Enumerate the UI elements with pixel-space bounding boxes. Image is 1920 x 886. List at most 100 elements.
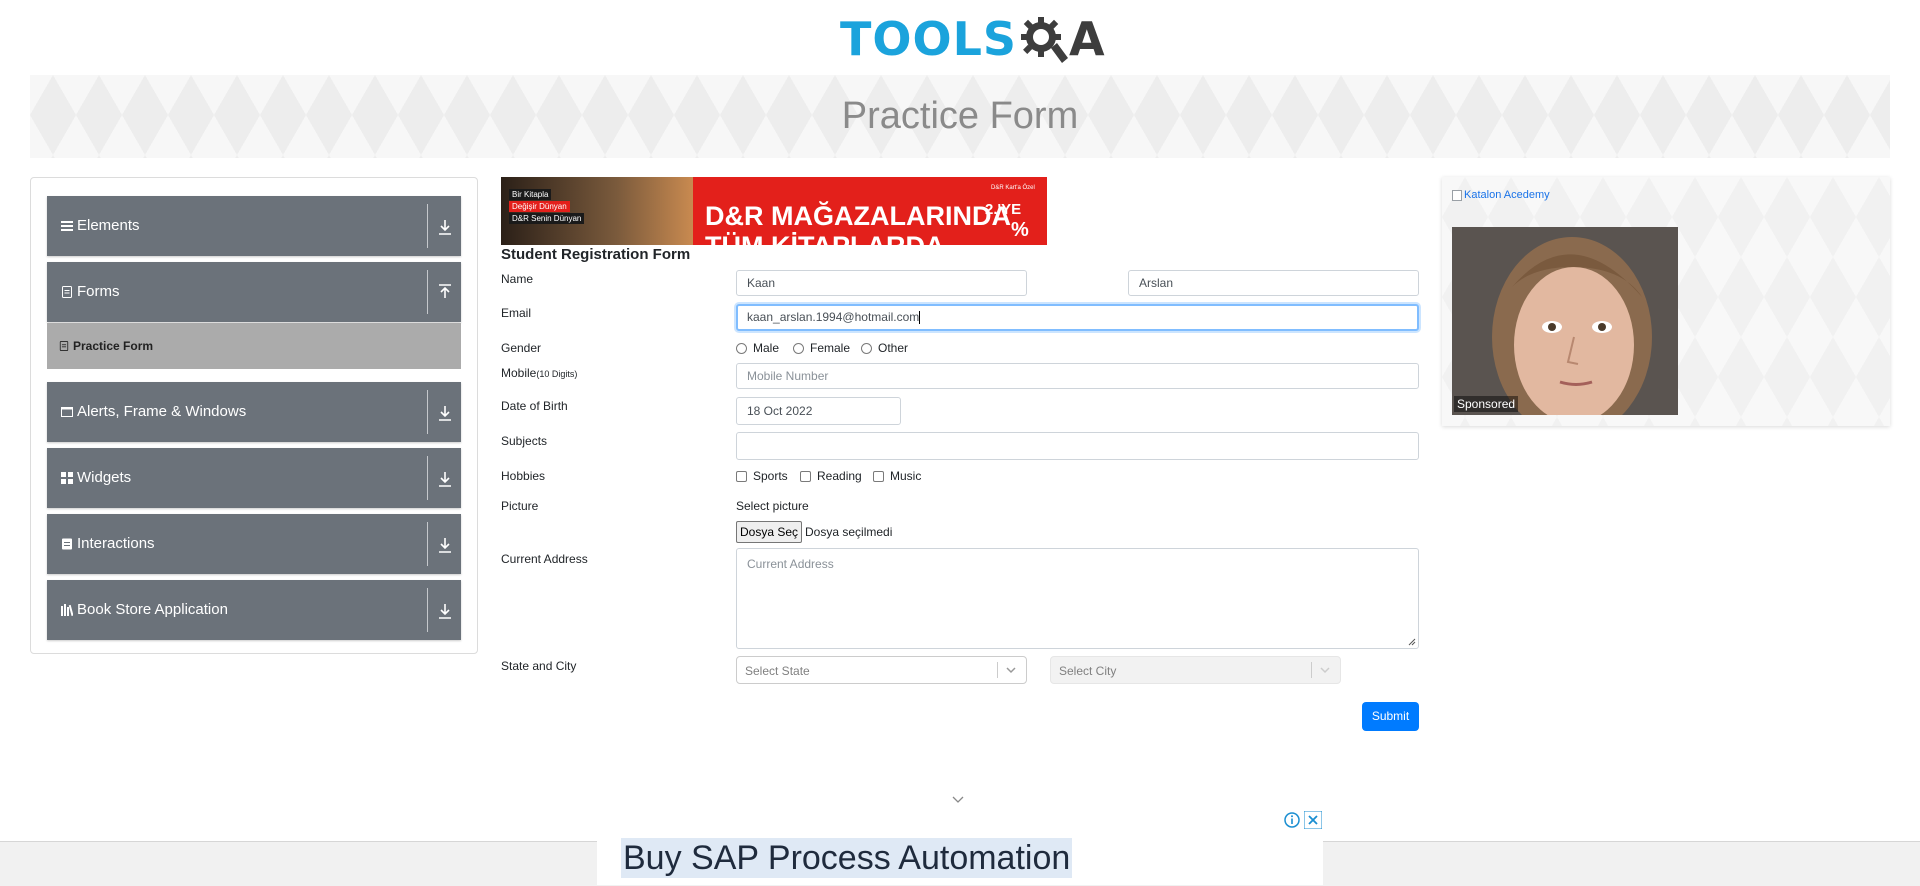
- radio-circle: [736, 342, 747, 354]
- hobbies-label: Hobbies: [501, 469, 546, 483]
- text-cursor: [919, 311, 921, 325]
- ad-tag: Değişir Dünyan: [509, 201, 570, 212]
- address-label: Current Address: [501, 552, 588, 566]
- sponsored-label: Sponsored: [1454, 396, 1519, 412]
- radio-circle: [793, 342, 804, 354]
- sidebar-group-forms[interactable]: Forms: [47, 262, 461, 322]
- gender-radio-male[interactable]: Male: [736, 341, 779, 355]
- chevron-down-icon: [1320, 667, 1330, 674]
- divider: [427, 522, 428, 566]
- hobby-checkbox-sports[interactable]: Sports: [736, 469, 788, 483]
- ad-headline-2: TÜM KİTAPLARDA: [705, 231, 944, 245]
- chevron-down-icon: [1006, 667, 1016, 674]
- broken-image-icon: [1452, 189, 1462, 201]
- download-arrow-icon[interactable]: [438, 536, 452, 554]
- sidebar-group-label: Widgets: [77, 469, 132, 486]
- date-of-birth-input[interactable]: 18 Oct 2022: [736, 397, 901, 425]
- subjects-input[interactable]: [736, 432, 1419, 460]
- ad-small-note: D&R Kart'a Özel: [991, 185, 1035, 191]
- picture-label: Picture: [501, 499, 539, 513]
- logo-text-a: A: [1069, 12, 1105, 66]
- close-icon[interactable]: [1304, 811, 1322, 829]
- checkbox-label: Music: [890, 469, 922, 483]
- bottom-ad-text: Buy SAP Process Automation: [621, 838, 1073, 878]
- dob-label: Date of Birth: [501, 399, 568, 413]
- page-title: Practice Form: [841, 95, 1079, 137]
- city-placeholder: Select City: [1059, 664, 1117, 678]
- gender-radio-other[interactable]: Other: [861, 341, 908, 355]
- mobile-label: Mobile(10 Digits): [501, 366, 577, 380]
- divider: [997, 662, 998, 678]
- state-placeholder: Select State: [745, 664, 810, 678]
- list-icon: [62, 538, 72, 550]
- portrait-illustration: [1452, 227, 1678, 415]
- ad-tag: Bir Kitapla: [509, 189, 552, 200]
- ad-headline: D&R MAĞAZALARINDA: [705, 201, 1011, 231]
- ad-percent: %: [1011, 219, 1029, 241]
- sidebar-group-interactions[interactable]: Interactions: [47, 514, 461, 574]
- radio-label: Male: [753, 341, 780, 355]
- menu-icon: [61, 221, 73, 231]
- choose-file-button[interactable]: Dosya Seç: [736, 521, 802, 543]
- form-heading: Student Registration Form: [501, 246, 691, 263]
- subjects-label: Subjects: [501, 434, 548, 448]
- city-select[interactable]: Select City: [1050, 656, 1341, 684]
- gender-radio-female[interactable]: Female: [793, 341, 850, 355]
- email-value: kaan_arslan.1994@hotmail.com: [747, 310, 920, 324]
- checkbox-label: Sports: [753, 469, 788, 483]
- katalon-academy-link[interactable]: Katalon Acedemy: [1452, 189, 1550, 201]
- divider: [427, 456, 428, 500]
- sidebar-group-book-store[interactable]: Book Store Application: [47, 580, 461, 640]
- sidebar-item-practice-form[interactable]: Practice Form: [47, 323, 461, 369]
- ad-image-reader: Bir Kitapla Değişir Dünyan D&R Senin Dün…: [501, 177, 693, 245]
- sidebar-group-label: Elements: [77, 217, 140, 234]
- download-arrow-icon[interactable]: [438, 404, 452, 422]
- sidebar-group-alerts[interactable]: Alerts, Frame & Windows: [47, 382, 461, 442]
- download-arrow-icon[interactable]: [438, 602, 452, 620]
- file-icon: [62, 286, 72, 298]
- mobile-hint: (10 Digits): [536, 369, 578, 379]
- resize-handle-icon[interactable]: [1408, 638, 1416, 646]
- mobile-label-text: Mobile: [501, 366, 537, 380]
- first-name-input[interactable]: Kaan: [736, 270, 1027, 296]
- hobby-checkbox-reading[interactable]: Reading: [800, 469, 862, 483]
- sponsored-image[interactable]: Sponsored: [1452, 227, 1678, 415]
- checkbox-label: Reading: [817, 469, 862, 483]
- gear-magnifier-icon: [1021, 17, 1069, 63]
- state-select[interactable]: Select State: [736, 656, 1027, 684]
- katalon-link-text: Katalon Acedemy: [1464, 189, 1550, 201]
- toolsqa-logo[interactable]: TOOLS A: [840, 12, 1105, 66]
- download-arrow-icon[interactable]: [438, 218, 452, 236]
- advertisement-banner[interactable]: Bir Kitapla Değişir Dünyan D&R Senin Dün…: [501, 177, 1047, 245]
- mobile-placeholder: Mobile Number: [747, 369, 829, 383]
- ad-badge: 2.'YE: [985, 201, 1022, 218]
- checkbox-box: [800, 470, 811, 482]
- last-name-input[interactable]: Arslan: [1128, 270, 1419, 296]
- sidebar-group-widgets[interactable]: Widgets: [47, 448, 461, 508]
- page-header-banner: Practice Form: [30, 75, 1890, 158]
- sidebar-group-label: Alerts, Frame & Windows: [77, 403, 247, 420]
- divider: [427, 270, 428, 314]
- bottom-advertisement[interactable]: Buy SAP Process Automation: [597, 808, 1323, 885]
- current-address-textarea[interactable]: Current Address: [736, 548, 1419, 649]
- logo-text-tools: TOOLS: [840, 12, 1018, 66]
- mobile-input[interactable]: Mobile Number: [736, 363, 1419, 389]
- sidebar-group-elements[interactable]: Elements: [47, 196, 461, 256]
- file-icon: [59, 341, 69, 351]
- info-icon[interactable]: [1283, 811, 1301, 829]
- email-input[interactable]: kaan_arslan.1994@hotmail.com: [736, 304, 1419, 331]
- hobby-checkbox-music[interactable]: Music: [873, 469, 921, 483]
- sidebar: Elements Forms Practice Form Alerts, Fra…: [30, 177, 478, 654]
- upload-arrow-icon[interactable]: [438, 284, 452, 302]
- file-status: Dosya seçilmedi: [805, 525, 893, 539]
- chevron-down-icon[interactable]: [951, 795, 965, 805]
- state-city-label: State and City: [501, 659, 577, 673]
- sponsored-ad-panel: Katalon Acedemy Sponsored: [1442, 177, 1890, 426]
- divider: [1311, 662, 1312, 678]
- divider: [427, 588, 428, 632]
- gender-label: Gender: [501, 341, 542, 355]
- books-icon: [61, 604, 73, 616]
- submit-button[interactable]: Submit: [1362, 702, 1419, 731]
- window-icon: [61, 407, 73, 417]
- download-arrow-icon[interactable]: [438, 470, 452, 488]
